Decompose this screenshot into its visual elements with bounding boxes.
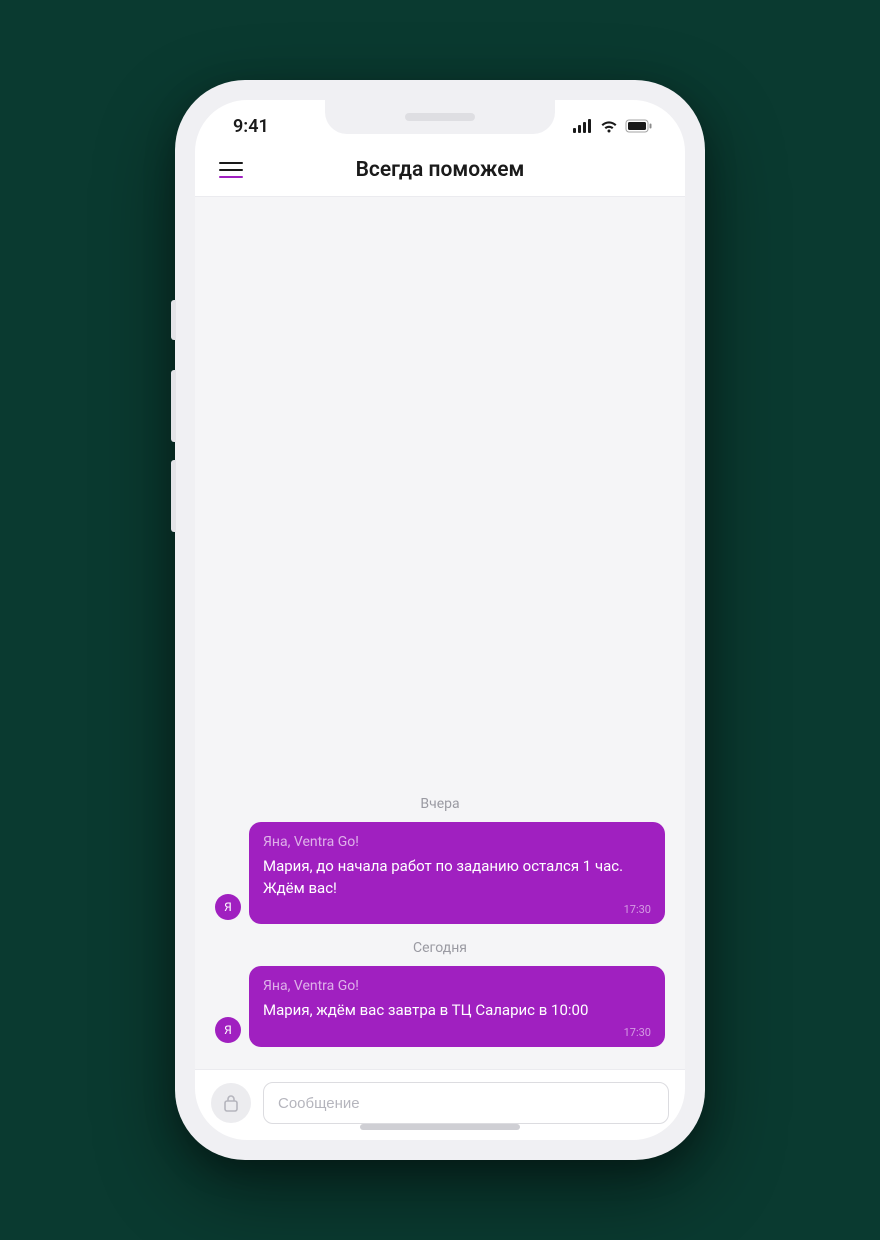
- side-button-vol-up: [171, 370, 176, 442]
- wifi-icon: [599, 119, 619, 133]
- page-title: Всегда поможем: [195, 158, 685, 182]
- avatar: Я: [215, 1017, 241, 1043]
- status-time: 9:41: [233, 116, 269, 137]
- side-button-mute: [171, 300, 176, 340]
- menu-button[interactable]: [219, 162, 243, 178]
- message-sender: Яна, Ventra Go!: [263, 834, 651, 850]
- notch: [325, 100, 555, 134]
- lock-button[interactable]: [211, 1083, 251, 1123]
- message-text: Мария, до начала работ по заданию осталс…: [263, 856, 651, 900]
- side-button-vol-down: [171, 460, 176, 532]
- message-time: 17:30: [263, 1026, 651, 1039]
- status-icons: [573, 119, 653, 133]
- message-bubble[interactable]: Яна, Ventra Go! Мария, ждём вас завтра в…: [249, 966, 665, 1047]
- battery-icon: [625, 119, 653, 133]
- day-label: Сегодня: [215, 940, 665, 956]
- day-label: Вчера: [215, 796, 665, 812]
- message-sender: Яна, Ventra Go!: [263, 978, 651, 994]
- chat-area[interactable]: Вчера Я Яна, Ventra Go! Мария, до начала…: [195, 197, 685, 1069]
- phone-frame: 9:41 Всегда поможем Вчера Я Яна, Ventra …: [175, 80, 705, 1160]
- home-indicator[interactable]: [360, 1124, 520, 1130]
- lock-icon: [223, 1094, 239, 1112]
- message-time: 17:30: [263, 903, 651, 916]
- avatar: Я: [215, 894, 241, 920]
- screen: 9:41 Всегда поможем Вчера Я Яна, Ventra …: [195, 100, 685, 1140]
- app-header: Всегда поможем: [195, 152, 685, 197]
- message-row: Я Яна, Ventra Go! Мария, ждём вас завтра…: [215, 966, 665, 1047]
- message-text: Мария, ждём вас завтра в ТЦ Саларис в 10…: [263, 1000, 651, 1022]
- message-row: Я Яна, Ventra Go! Мария, до начала работ…: [215, 822, 665, 925]
- message-bubble[interactable]: Яна, Ventra Go! Мария, до начала работ п…: [249, 822, 665, 925]
- speaker-grille: [405, 113, 475, 121]
- cellular-icon: [573, 119, 593, 133]
- message-input[interactable]: [263, 1082, 669, 1124]
